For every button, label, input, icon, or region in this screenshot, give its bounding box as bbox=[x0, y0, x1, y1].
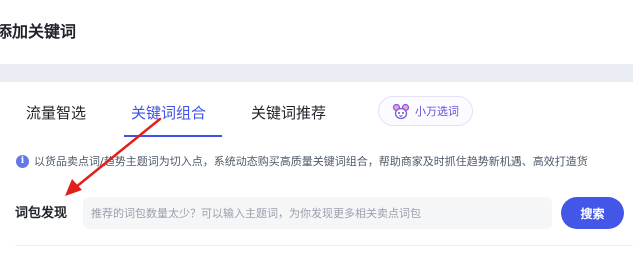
page-header: 添加关键词 bbox=[0, 0, 633, 64]
ai-keyword-tool-button[interactable]: 小万选词 bbox=[378, 96, 473, 126]
search-button[interactable]: 搜索 bbox=[561, 197, 624, 229]
search-field-label: 词包发现 bbox=[15, 206, 68, 221]
search-input[interactable] bbox=[83, 197, 552, 229]
tab-keyword-combo[interactable]: 关键词组合 bbox=[131, 102, 206, 124]
info-notice: i 以货品卖点词/趋势主题词为切入点，系统动态购买高质量关键词组合，帮助商家及时… bbox=[0, 152, 633, 174]
keyword-package-search: 词包发现 搜索 bbox=[0, 194, 633, 234]
tab-traffic-select[interactable]: 流量智选 bbox=[26, 102, 86, 124]
tab-bar: 流量智选 关键词组合 关键词推荐 小万选词 bbox=[0, 82, 633, 144]
active-tab-indicator bbox=[124, 135, 222, 137]
ai-keyword-tool-label: 小万选词 bbox=[415, 105, 459, 118]
tab-keyword-recommend[interactable]: 关键词推荐 bbox=[251, 102, 326, 124]
section-separator bbox=[0, 64, 633, 82]
mascot-icon bbox=[392, 103, 410, 120]
divider bbox=[15, 245, 633, 246]
keyword-panel: 流量智选 关键词组合 关键词推荐 小万选词 i 以货品卖点词/趋势主题词为切入点… bbox=[0, 82, 633, 267]
notice-text: 以货品卖点词/趋势主题词为切入点，系统动态购买高质量关键词组合，帮助商家及时抓住… bbox=[34, 155, 588, 168]
page-title: 添加关键词 bbox=[0, 22, 77, 41]
info-icon: i bbox=[16, 155, 29, 168]
